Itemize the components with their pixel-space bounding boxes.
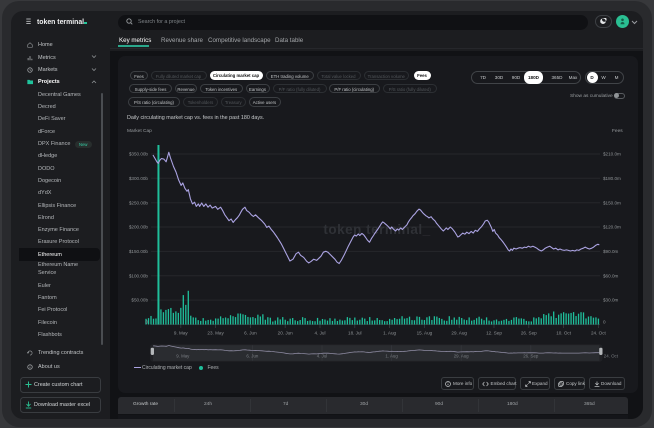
svg-text:9. May: 9. May: [176, 353, 190, 358]
svg-text:23. May: 23. May: [207, 331, 224, 336]
svg-text:$90.0m: $90.0m: [603, 249, 618, 254]
svg-text:15. Aug: 15. Aug: [417, 331, 433, 336]
svg-text:$150.0m: $150.0m: [603, 200, 621, 205]
svg-text:$60.0m: $60.0m: [603, 273, 618, 278]
svg-text:9. May: 9. May: [174, 331, 188, 336]
svg-text:24. Oct: 24. Oct: [591, 331, 607, 336]
svg-text:$300.00b: $300.00b: [129, 176, 149, 181]
svg-text:$30.0m: $30.0m: [603, 298, 618, 303]
svg-text:6. Jun: 6. Jun: [244, 331, 257, 336]
svg-text:26. Sep: 26. Sep: [521, 331, 537, 336]
svg-text:0: 0: [145, 320, 148, 325]
svg-text:29. Aug: 29. Aug: [454, 353, 469, 358]
svg-text:$150.00b: $150.00b: [129, 249, 149, 254]
svg-text:29. Aug: 29. Aug: [451, 331, 467, 336]
svg-text:$50.00b: $50.00b: [131, 298, 148, 303]
svg-text:$180.0m: $180.0m: [603, 176, 621, 181]
svg-text:$250.00b: $250.00b: [129, 200, 149, 205]
svg-text:$100.00b: $100.00b: [129, 273, 149, 278]
svg-text:1. Aug: 1. Aug: [385, 353, 398, 358]
svg-text:6. Jun: 6. Jun: [246, 353, 259, 358]
svg-text:24. Oct: 24. Oct: [604, 353, 619, 358]
svg-text:20. Jun: 20. Jun: [278, 331, 294, 336]
svg-text:12. Sep: 12. Sep: [486, 331, 502, 336]
svg-text:$210.0m: $210.0m: [603, 152, 621, 157]
svg-text:$350.00b: $350.00b: [129, 152, 149, 157]
svg-text:4. Jul: 4. Jul: [315, 331, 326, 336]
svg-text:0: 0: [603, 320, 606, 325]
svg-text:$200.00b: $200.00b: [129, 225, 149, 230]
svg-text:10. Oct: 10. Oct: [556, 331, 572, 336]
svg-text:26. Sep: 26. Sep: [523, 353, 539, 358]
svg-text:1. Aug: 1. Aug: [383, 331, 396, 336]
svg-text:18. Jul: 18. Jul: [348, 331, 362, 336]
svg-text:$120.0m: $120.0m: [603, 225, 621, 230]
